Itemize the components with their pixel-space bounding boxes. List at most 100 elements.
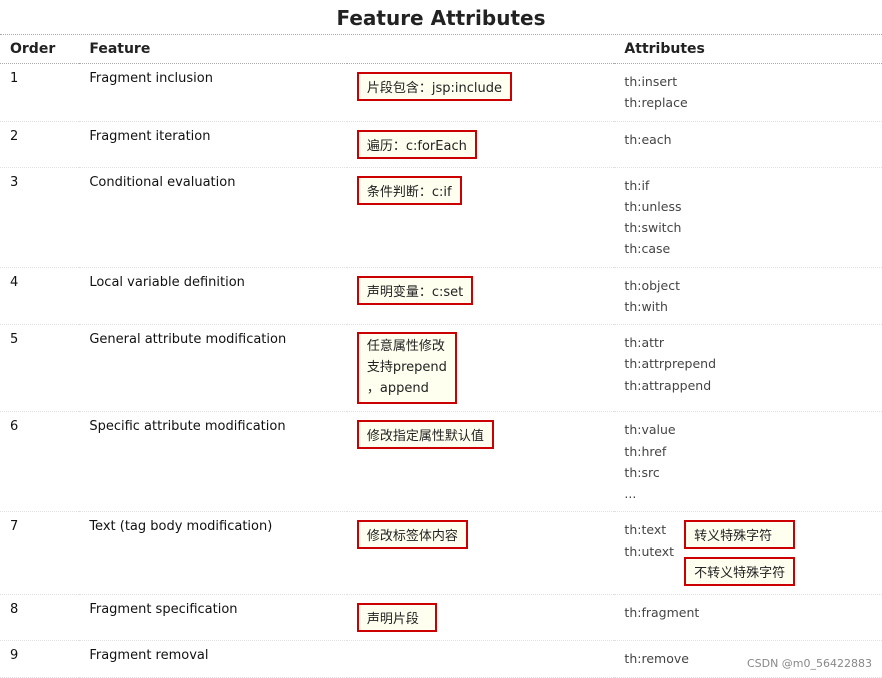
feature-table: Order Feature Attributes 1 Fragment inclu… — [0, 35, 882, 678]
order-cell: 7 — [0, 512, 79, 595]
feature-cell: Fragment iteration — [79, 121, 347, 167]
attr-item: th:fragment — [624, 602, 872, 623]
attr-item: th:object — [624, 275, 872, 296]
highlight-cell — [347, 641, 615, 677]
attributes-cell: th:attrth:attrprependth:attrappend — [614, 325, 882, 412]
table-row: 4 Local variable definition 声明变量：c:set th:o… — [0, 267, 882, 325]
attr-item: ... — [624, 483, 872, 504]
attr-list: th:each — [624, 129, 872, 150]
col-order: Order — [0, 35, 79, 64]
order-number: 9 — [10, 648, 18, 663]
order-number: 3 — [10, 175, 18, 190]
highlight-box: 遍历：c:forEach — [357, 130, 477, 159]
row7-attrs-wrap: th:textth:utext转义特殊字符不转义特殊字符 — [624, 519, 872, 587]
attr-item: th:utext — [624, 541, 674, 562]
feature-cell: Fragment specification — [79, 595, 347, 641]
feature-cell: Fragment inclusion — [79, 64, 347, 122]
attr-item: th:attrappend — [624, 375, 872, 396]
attr-item: th:insert — [624, 71, 872, 92]
highlight-cell: 声明变量：c:set — [347, 267, 615, 325]
feature-name: Local variable definition — [89, 275, 245, 290]
col-comparison — [347, 35, 615, 64]
table-row: 7 Text (tag body modification) 修改标签体内容 th:t… — [0, 512, 882, 595]
feature-name: Fragment removal — [89, 648, 208, 663]
side-highlight-box: 转义特殊字符 — [684, 520, 795, 549]
table-row: 5 General attribute modification 任意属性修改支持p… — [0, 325, 882, 412]
highlight-cell: 任意属性修改支持prepend，append — [347, 325, 615, 412]
highlight-box: 条件判断：c:if — [357, 176, 462, 205]
highlight-box: 修改标签体内容 — [357, 520, 468, 549]
table-row: 6 Specific attribute modification 修改指定属性默认… — [0, 412, 882, 512]
order-number: 1 — [10, 71, 18, 86]
order-cell: 1 — [0, 64, 79, 122]
side-highlight-box: 不转义特殊字符 — [684, 557, 795, 586]
attr-list: th:ifth:unlessth:switchth:case — [624, 175, 872, 260]
feature-cell: Conditional evaluation — [79, 167, 347, 267]
highlight-cell: 片段包含：jsp:include — [347, 64, 615, 122]
attr-item: th:attrprepend — [624, 353, 872, 374]
attr-item: th:case — [624, 238, 872, 259]
attr-item: th:src — [624, 462, 872, 483]
order-number: 7 — [10, 519, 18, 534]
row7-attr-top: th:textth:utext转义特殊字符不转义特殊字符 — [624, 519, 872, 587]
attr-list: th:objectth:with — [624, 275, 872, 318]
feature-name: General attribute modification — [89, 332, 286, 347]
order-number: 5 — [10, 332, 18, 347]
attr-list: th:textth:utext — [624, 519, 674, 562]
col-feature: Feature — [79, 35, 347, 64]
order-number: 4 — [10, 275, 18, 290]
col-attributes: Attributes — [614, 35, 882, 64]
feature-name: Fragment inclusion — [89, 71, 213, 86]
highlight-box: 任意属性修改支持prepend，append — [357, 332, 457, 404]
order-number: 2 — [10, 129, 18, 144]
feature-cell: Fragment removal — [79, 641, 347, 677]
order-cell: 6 — [0, 412, 79, 512]
order-cell: 8 — [0, 595, 79, 641]
highlight-cell: 修改指定属性默认值 — [347, 412, 615, 512]
highlight-cell: 遍历：c:forEach — [347, 121, 615, 167]
feature-name: Fragment iteration — [89, 129, 210, 144]
attr-list: th:attrth:attrprependth:attrappend — [624, 332, 872, 396]
attributes-cell: th:textth:utext转义特殊字符不转义特殊字符 — [614, 512, 882, 595]
order-cell: 5 — [0, 325, 79, 412]
attributes-cell: th:valueth:hrefth:src... — [614, 412, 882, 512]
highlight-box: 修改指定属性默认值 — [357, 420, 494, 449]
attr-item: th:text — [624, 519, 674, 540]
highlight-cell: 修改标签体内容 — [347, 512, 615, 595]
order-cell: 2 — [0, 121, 79, 167]
feature-name: Conditional evaluation — [89, 175, 235, 190]
page-title: Feature Attributes — [0, 0, 882, 35]
order-cell: 9 — [0, 641, 79, 677]
table-row: 1 Fragment inclusion 片段包含：jsp:include th:in… — [0, 64, 882, 122]
watermark: CSDN @m0_56422883 — [747, 657, 872, 670]
table-row: 8 Fragment specification 声明片段 th:fragment — [0, 595, 882, 641]
attributes-cell: th:each — [614, 121, 882, 167]
attributes-cell: th:objectth:with — [614, 267, 882, 325]
order-cell: 4 — [0, 267, 79, 325]
side-highlights: 转义特殊字符不转义特殊字符 — [684, 519, 795, 587]
attr-list: th:fragment — [624, 602, 872, 623]
attr-item: th:href — [624, 441, 872, 462]
highlight-cell: 条件判断：c:if — [347, 167, 615, 267]
feature-cell: Text (tag body modification) — [79, 512, 347, 595]
attr-item: th:switch — [624, 217, 872, 238]
attr-item: th:with — [624, 296, 872, 317]
highlight-box: 片段包含：jsp:include — [357, 72, 512, 101]
highlight-box: 声明片段 — [357, 603, 437, 632]
attr-item: th:value — [624, 419, 872, 440]
feature-name: Specific attribute modification — [89, 419, 285, 434]
attr-item: th:if — [624, 175, 872, 196]
order-number: 8 — [10, 602, 18, 617]
highlight-box: 声明变量：c:set — [357, 276, 473, 305]
order-cell: 3 — [0, 167, 79, 267]
order-number: 6 — [10, 419, 18, 434]
feature-name: Text (tag body modification) — [89, 519, 272, 534]
attr-item: th:unless — [624, 196, 872, 217]
attr-list: th:valueth:hrefth:src... — [624, 419, 872, 504]
attr-item: th:replace — [624, 92, 872, 113]
attributes-cell: th:ifth:unlessth:switchth:case — [614, 167, 882, 267]
attributes-cell: th:fragment — [614, 595, 882, 641]
feature-cell: General attribute modification — [79, 325, 347, 412]
attr-list: th:insertth:replace — [624, 71, 872, 114]
feature-cell: Specific attribute modification — [79, 412, 347, 512]
